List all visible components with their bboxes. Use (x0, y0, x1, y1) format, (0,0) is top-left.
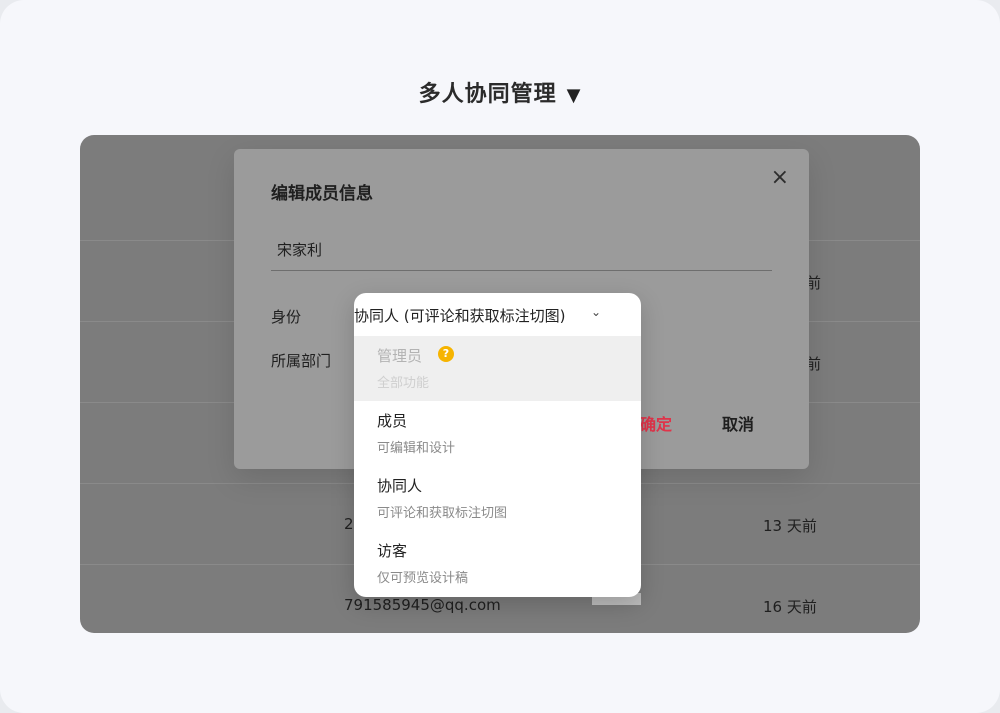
confirm-button[interactable]: 确定 (640, 411, 672, 435)
role-select-value: 协同人 (可评论和获取标注切图) (354, 307, 566, 325)
department-label: 所属部门 (271, 352, 332, 370)
option-title: 协同人 (377, 477, 423, 495)
role-option-visitor[interactable]: 访客 仅可预览设计稿 (354, 531, 641, 596)
cancel-button[interactable]: 取消 (722, 411, 754, 435)
row-email: 791585945@qq.com (344, 596, 501, 614)
role-option-collaborator[interactable]: 协同人 可评论和获取标注切图 (354, 466, 641, 531)
page-heading: 多人协同管理 ▼ (0, 76, 1000, 108)
member-name-field[interactable]: 宋家利 (271, 237, 772, 271)
option-title: 访客 (377, 542, 408, 560)
chevron-down-icon: ⌄ (591, 305, 602, 319)
option-desc: 可评论和获取标注切图 (377, 506, 508, 521)
row-email: 2 (344, 515, 354, 533)
row-time: 16 天前 (763, 598, 817, 616)
option-title: 管理员 (377, 347, 423, 365)
close-icon[interactable]: × (771, 165, 789, 190)
help-icon[interactable]: ? (438, 346, 454, 362)
row-time: 13 天前 (763, 517, 817, 535)
caret-down-icon: ▼ (566, 85, 582, 106)
modal-title: 编辑成员信息 (271, 184, 373, 204)
role-dropdown: 协同人 (可评论和获取标注切图) ⌄ 管理员 ? 全部功能 成员 可编辑和设计 … (354, 293, 641, 597)
option-title: 成员 (377, 412, 408, 430)
option-desc: 仅可预览设计稿 (377, 571, 469, 586)
page-title: 多人协同管理 (418, 82, 557, 107)
option-desc: 可编辑和设计 (377, 441, 456, 456)
role-select[interactable]: 协同人 (可评论和获取标注切图) ⌄ (354, 305, 641, 329)
role-option-admin: 管理员 ? 全部功能 (354, 336, 641, 401)
option-desc: 全部功能 (377, 376, 430, 391)
role-label: 身份 (271, 308, 302, 326)
page-canvas: 多人协同管理 ▼ 前 前 2 13 天前 791585945@qq.com 16 … (0, 0, 1000, 713)
role-option-member[interactable]: 成员 可编辑和设计 (354, 401, 641, 466)
